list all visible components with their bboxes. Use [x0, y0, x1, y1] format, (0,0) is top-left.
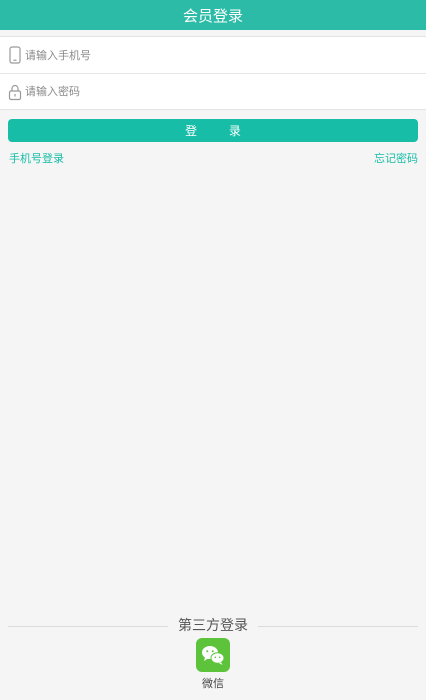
password-field-row — [0, 73, 426, 109]
wechat-login-button[interactable]: 微信 — [196, 638, 230, 691]
third-party-login-section: 第三方登录 微信 — [0, 616, 426, 690]
forgot-password-link[interactable]: 忘记密码 — [374, 150, 418, 166]
phone-login-link[interactable]: 手机号登录 — [9, 150, 64, 166]
phone-field-row — [0, 37, 426, 73]
wechat-label: 微信 — [202, 677, 224, 690]
phone-input[interactable] — [25, 37, 415, 73]
lock-icon — [8, 84, 22, 100]
third-party-title: 第三方登录 — [168, 616, 258, 636]
phone-icon — [9, 46, 21, 64]
header-bar: 会员登录 — [0, 0, 426, 30]
login-form — [0, 36, 426, 110]
login-button[interactable]: 登 录 — [8, 119, 418, 142]
password-input[interactable] — [25, 74, 415, 109]
wechat-icon — [196, 638, 230, 672]
page-title: 会员登录 — [182, 6, 243, 25]
